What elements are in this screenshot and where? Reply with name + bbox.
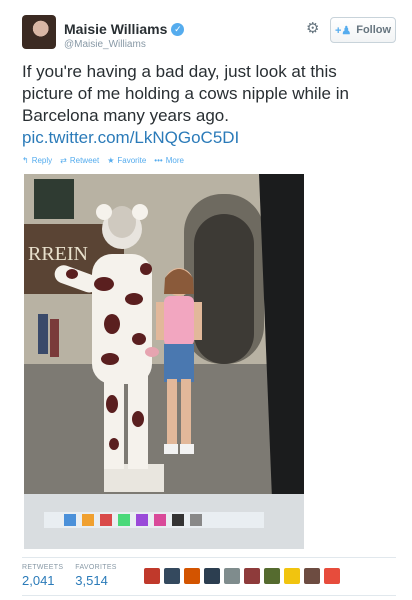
favoriter-avatar[interactable] [144,568,160,584]
retweet-action[interactable]: ⇄ Retweet [60,156,99,165]
favorites-stat[interactable]: FAVORITES 3,514 [75,564,116,588]
favoriter-avatar[interactable] [244,568,260,584]
star-icon: ★ [107,156,115,165]
favoriter-avatar[interactable] [224,568,240,584]
favoriter-avatar[interactable] [304,568,320,584]
more-action[interactable]: ••• More [154,156,184,165]
follow-label: Follow [356,24,392,36]
retweet-label: Retweet [69,156,100,165]
reply-label: Reply [31,156,53,165]
storefront-sign: RREIN [28,243,88,265]
favorite-label: Favorite [117,156,147,165]
more-label: More [165,156,184,165]
favorites-label: FAVORITES [75,564,117,571]
favoriter-avatar[interactable] [264,568,280,584]
retweets-stat[interactable]: RETWEETS 2,041 [22,564,63,588]
user-name[interactable]: Maisie Williams [64,21,167,37]
gear-icon[interactable]: ⚙ [306,19,319,37]
retweets-label: RETWEETS [22,564,64,571]
add-person-icon: +♟ [334,24,352,37]
user-info: Maisie Williams ✓ @Maisie_Williams [64,21,185,50]
favoriter-avatar[interactable] [204,568,220,584]
user-avatar[interactable] [22,15,56,49]
favoriter-avatar[interactable] [164,568,180,584]
favoriter-avatar[interactable] [184,568,200,584]
user-handle[interactable]: @Maisie_Williams [64,39,184,50]
tweet-text: If you're having a bad day, just look at… [22,62,349,125]
favoriter-avatar[interactable] [324,568,340,584]
verified-badge-icon: ✓ [171,22,185,36]
follow-button[interactable]: +♟ Follow [330,17,396,43]
favorites-count: 3,514 [75,573,108,588]
favoriter-avatar[interactable] [284,568,300,584]
tweet-text-block: If you're having a bad day, just look at… [22,61,392,149]
name-row: Maisie Williams ✓ [64,21,185,37]
stats-divider-top [22,557,396,558]
tweet-media-link[interactable]: pic.twitter.com/LkNQGoC5DI [22,127,392,149]
reply-icon: ↰ [22,156,29,165]
stats-divider-bottom [22,595,396,596]
favorite-action[interactable]: ★ Favorite [107,156,146,165]
more-dots-icon: ••• [154,156,163,165]
tweet-photo[interactable]: RREIN [24,174,304,549]
tweet-actions: ↰ Reply ⇄ Retweet ★ Favorite ••• More [22,156,184,165]
photo-illustration: RREIN [24,174,304,549]
favoriter-avatars [144,568,340,584]
reply-action[interactable]: ↰ Reply [22,156,52,165]
retweet-icon: ⇄ [60,156,67,165]
tweet-stats: RETWEETS 2,041 FAVORITES 3,514 [22,564,117,588]
retweets-count: 2,041 [22,573,55,588]
